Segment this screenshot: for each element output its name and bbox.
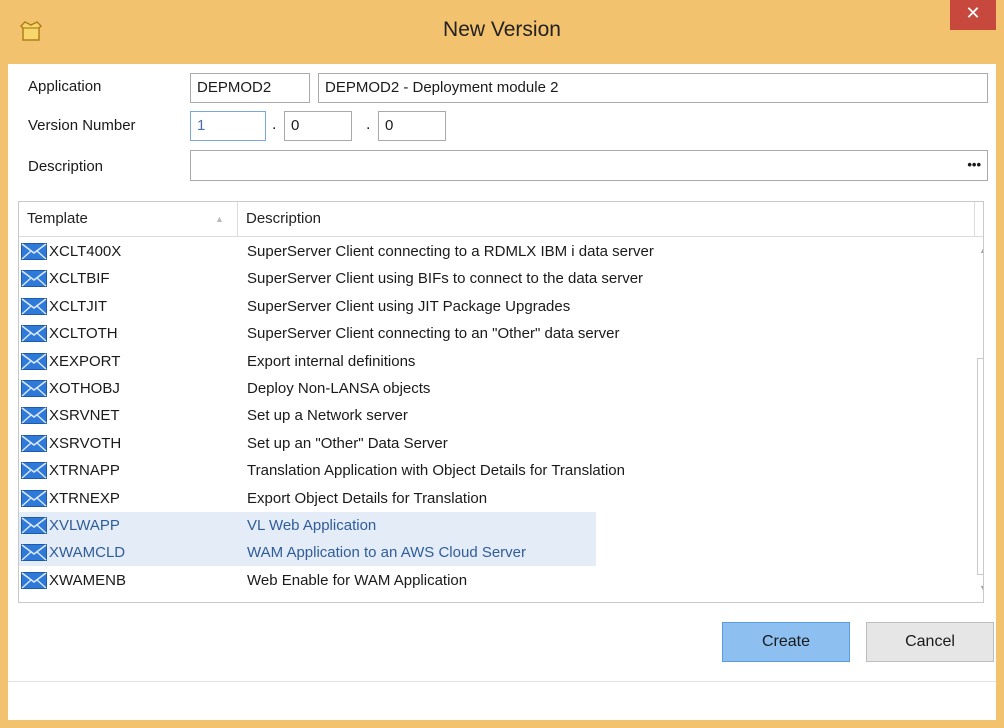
table-row[interactable]: XWAMCLD WAM Application to an AWS Cloud S… xyxy=(19,539,967,567)
template-code: XCLT400X xyxy=(49,243,122,260)
template-description: SuperServer Client connecting to a RDMLX… xyxy=(247,243,654,260)
template-description: Export Object Details for Translation xyxy=(247,489,488,507)
template-description: Translation Application with Object Deta… xyxy=(247,462,625,480)
table-row[interactable]: XSRVOTH Set up an "Other" Data Server xyxy=(19,430,967,457)
scroll-down-icon[interactable]: ▼ xyxy=(979,583,983,593)
template-envelope-icon xyxy=(21,243,47,260)
version-minor-field[interactable]: 0 xyxy=(284,111,352,141)
template-code: XVLWAPP xyxy=(49,517,120,534)
table-row[interactable]: XEXPORT Export internal definitions xyxy=(19,348,967,375)
scroll-thumb[interactable] xyxy=(977,358,983,575)
template-envelope-icon xyxy=(21,270,47,288)
table-row[interactable]: XWAMENB Web Enable for WAM Application xyxy=(19,567,967,594)
template-code: XTRNEXP xyxy=(49,489,120,507)
version-separator-2: . xyxy=(366,116,371,133)
table-row[interactable]: XTRNEXP Export Object Details for Transla… xyxy=(19,485,967,512)
application-label: Application xyxy=(28,78,102,95)
template-description: SuperServer Client using JIT Package Upg… xyxy=(247,297,571,315)
template-envelope-icon xyxy=(21,489,47,507)
table-row[interactable]: XSRVNET Set up a Network server xyxy=(19,402,967,429)
table-row[interactable]: XOTHOBJ Deploy Non-LANSA objects xyxy=(19,375,967,402)
template-description: SuperServer Client connecting to an "Oth… xyxy=(247,325,620,343)
template-code: XSRVOTH xyxy=(49,434,122,452)
description-field[interactable]: ••• xyxy=(190,150,988,181)
cancel-button[interactable]: Cancel xyxy=(866,622,994,662)
template-envelope-icon xyxy=(21,297,47,315)
table-row[interactable]: XVLWAPP VL Web Application xyxy=(19,512,967,539)
template-description: Deploy Non-LANSA objects xyxy=(247,380,431,397)
column-divider[interactable] xyxy=(974,202,975,236)
template-code: XCLTBIF xyxy=(49,270,110,288)
table-row[interactable]: XCLTBIF SuperServer Client using BIFs to … xyxy=(19,265,967,292)
window-title: New Version xyxy=(443,18,561,41)
template-envelope-icon xyxy=(21,352,47,370)
close-icon: ✕ xyxy=(965,3,981,24)
template-description: SuperServer Client using BIFs to connect… xyxy=(247,270,644,288)
create-button[interactable]: Create xyxy=(722,622,850,662)
table-row[interactable]: XCLTOTH SuperServer Client connecting to … xyxy=(19,320,967,347)
description-label: Description xyxy=(28,158,104,175)
template-code: XEXPORT xyxy=(49,352,121,370)
application-code-field[interactable]: DEPMOD2 xyxy=(190,73,310,103)
version-major-field[interactable]: 1 xyxy=(190,111,266,141)
vertical-scrollbar[interactable]: ▲ ▼ xyxy=(974,237,983,602)
scroll-up-icon[interactable]: ▲ xyxy=(979,245,983,255)
template-description: Set up an "Other" Data Server xyxy=(247,434,448,452)
template-description: Set up a Network server xyxy=(247,407,408,425)
template-description: Web Enable for WAM Application xyxy=(247,571,468,589)
table-row[interactable]: XCLT400X SuperServer Client connecting to… xyxy=(19,238,967,265)
close-button[interactable]: ✕ xyxy=(950,0,996,30)
status-divider xyxy=(8,681,996,682)
column-header-description[interactable]: Description xyxy=(238,202,974,236)
template-grid[interactable]: Template ▲ Description XCLT400X SuperServ… xyxy=(18,201,984,603)
version-number-label: Version Number xyxy=(28,117,136,134)
template-envelope-icon xyxy=(21,380,47,397)
sort-ascending-icon: ▲ xyxy=(215,214,224,224)
table-row[interactable]: XTRNAPP Translation Application with Obje… xyxy=(19,457,967,484)
template-code: XOTHOBJ xyxy=(49,380,120,397)
template-code: XWAMCLD xyxy=(49,544,126,562)
template-code: XWAMENB xyxy=(49,571,126,589)
template-envelope-icon xyxy=(21,517,47,534)
table-row[interactable]: XCLTJIT SuperServer Client using JIT Pack… xyxy=(19,293,967,320)
template-code: XTRNAPP xyxy=(49,462,120,480)
grid-header: Template ▲ Description xyxy=(19,202,983,237)
template-code: XCLTJIT xyxy=(49,297,108,315)
template-description: Export internal definitions xyxy=(247,352,416,370)
template-description: WAM Application to an AWS Cloud Server xyxy=(247,544,527,562)
template-envelope-icon xyxy=(21,571,47,589)
template-envelope-icon xyxy=(21,434,47,452)
template-envelope-icon xyxy=(21,462,47,480)
template-code: XCLTOTH xyxy=(49,325,118,343)
template-envelope-icon xyxy=(21,325,47,343)
ellipsis-button[interactable]: ••• xyxy=(967,151,981,179)
template-code: XSRVNET xyxy=(49,407,120,425)
template-description: VL Web Application xyxy=(247,517,377,534)
dialog-body: Application DEPMOD2 DEPMOD2 - Deployment… xyxy=(8,64,996,720)
application-name-field[interactable]: DEPMOD2 - Deployment module 2 xyxy=(318,73,988,103)
template-envelope-icon xyxy=(21,407,47,425)
column-header-template[interactable]: Template xyxy=(19,202,237,236)
title-bar: New Version ✕ xyxy=(0,0,1004,64)
version-patch-field[interactable]: 0 xyxy=(378,111,446,141)
version-separator-1: . xyxy=(272,116,277,133)
template-envelope-icon xyxy=(21,544,47,562)
